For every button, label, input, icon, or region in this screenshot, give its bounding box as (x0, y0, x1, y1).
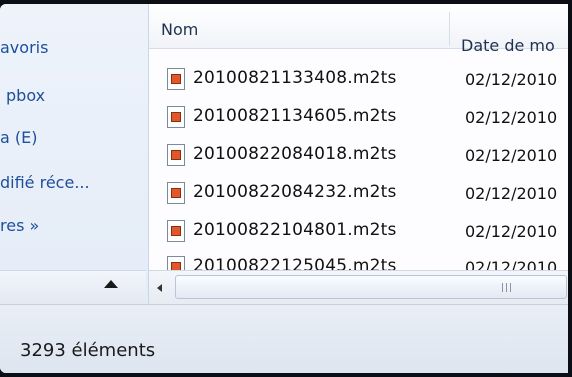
scrollbar-thumb[interactable]: ||| (175, 275, 567, 299)
chevron-up-icon[interactable] (104, 280, 118, 288)
video-file-icon (167, 144, 185, 166)
grip-icon: ||| (501, 283, 514, 293)
column-header: Nom Date de mo (149, 4, 568, 55)
item-count: 3293 éléments (20, 340, 156, 361)
table-row[interactable]: 20100822084018.m2ts 02/12/2010 (149, 138, 568, 172)
nav-item-drive-e[interactable]: a (E) (0, 128, 37, 147)
video-file-icon (167, 106, 185, 128)
video-file-icon (167, 68, 185, 90)
file-name: 20100821134605.m2ts (193, 106, 397, 126)
table-row[interactable]: 20100822084232.m2ts 02/12/2010 (149, 176, 568, 210)
file-name: 20100821133408.m2ts (193, 68, 397, 88)
file-date: 02/12/2010 (465, 184, 558, 203)
file-name: 20100822104801.m2ts (193, 220, 397, 240)
arrow-left-icon[interactable] (157, 284, 162, 292)
video-file-icon (167, 220, 185, 242)
column-divider[interactable] (449, 12, 450, 46)
file-date: 02/12/2010 (465, 222, 558, 241)
column-header-date[interactable]: Date de mo (461, 36, 555, 55)
table-row[interactable]: 20100821134605.m2ts 02/12/2010 (149, 100, 568, 134)
file-date: 02/12/2010 (465, 70, 558, 89)
table-row[interactable]: 20100821133408.m2ts 02/12/2010 (149, 62, 568, 96)
file-name: 20100822084018.m2ts (193, 144, 397, 164)
nav-item-recent[interactable]: difié réce... (0, 173, 90, 192)
file-date: 02/12/2010 (465, 108, 558, 127)
table-row[interactable]: 20100822125045.m2ts 02/12/2010 (149, 250, 568, 272)
nav-scrollbar[interactable] (0, 270, 146, 305)
video-file-icon (167, 182, 185, 204)
navigation-pane: avoris pbox a (E) difié réce... res » (0, 4, 149, 305)
nav-item-dropbox[interactable]: pbox (6, 86, 45, 105)
file-list: Nom Date de mo 20100821133408.m2ts 02/12… (149, 4, 568, 305)
nav-item-more[interactable]: res » (0, 216, 39, 235)
status-bar: 3293 éléments (0, 304, 568, 373)
horizontal-scrollbar[interactable]: ||| (149, 270, 568, 305)
file-name: 20100822084232.m2ts (193, 182, 397, 202)
nav-item-favoris[interactable]: avoris (0, 38, 48, 57)
column-header-name[interactable]: Nom (161, 20, 198, 39)
table-row[interactable]: 20100822104801.m2ts 02/12/2010 (149, 214, 568, 248)
explorer-window: avoris pbox a (E) difié réce... res » No… (0, 4, 568, 373)
file-date: 02/12/2010 (465, 146, 558, 165)
